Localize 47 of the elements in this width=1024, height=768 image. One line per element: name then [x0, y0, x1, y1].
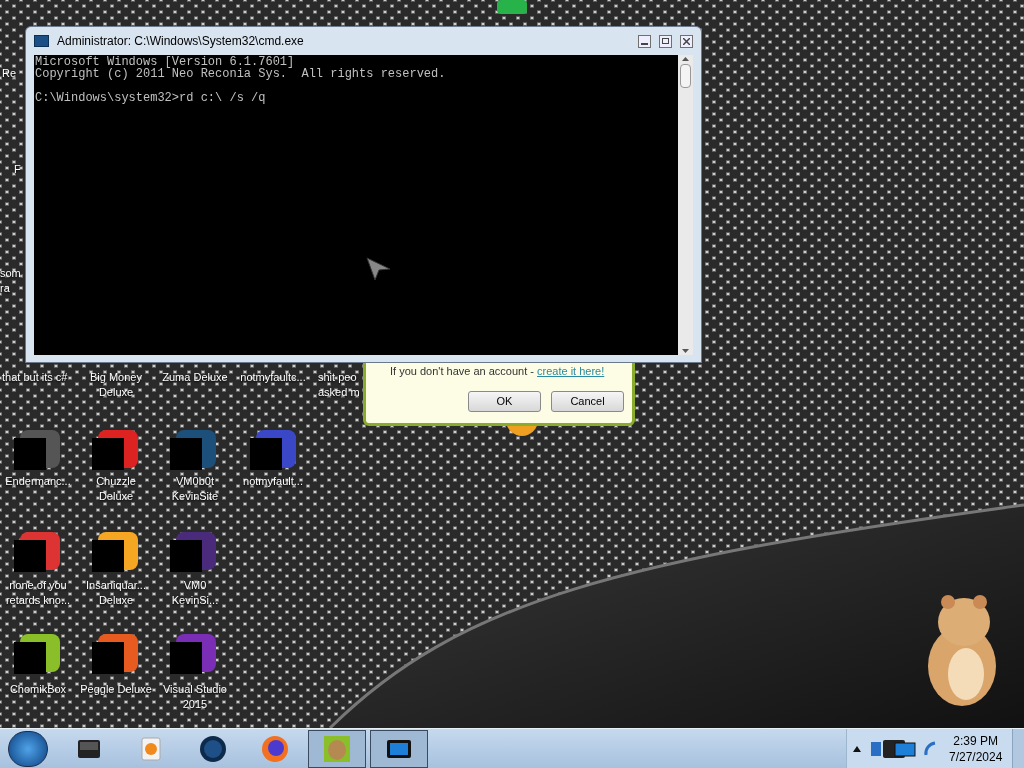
scroll-down-icon[interactable] [682, 349, 689, 353]
icon-label[interactable]: Big Money Deluxe [78, 370, 154, 400]
icon-label[interactable]: F [14, 162, 21, 177]
app-icon[interactable] [14, 632, 62, 676]
start-button[interactable] [8, 730, 48, 767]
scrollbar[interactable] [678, 55, 693, 355]
window-title: Administrator: C:\Windows\System32\cmd.exe [57, 33, 304, 50]
app-icon[interactable] [92, 530, 140, 574]
taskbar-button[interactable] [308, 729, 366, 768]
icon-label[interactable]: ChomikBox [0, 682, 76, 697]
icon-label[interactable]: Chuzzle Deluxe [78, 474, 154, 504]
scroll-thumb[interactable] [680, 64, 691, 88]
browser-icon [260, 733, 290, 764]
app-icon[interactable] [92, 632, 140, 676]
app-icon[interactable] [92, 428, 140, 472]
icon-label[interactable]: Re [2, 66, 17, 81]
dialog-button[interactable]: OK [468, 391, 541, 412]
icon-label[interactable]: VM0b0t KevinSite [157, 474, 233, 504]
globe-icon [198, 733, 228, 764]
create-account-link[interactable]: create it here! [537, 365, 605, 377]
icon-label[interactable]: Endermanc... [0, 474, 76, 489]
console-line: Copyright (c) 2011 Neo Reconia Sys. All rights reserved. [35, 68, 447, 80]
taskbar-button[interactable] [370, 729, 428, 768]
console-icon [34, 35, 49, 47]
icon-label[interactable]: none of you retards kno... [0, 578, 76, 608]
app-icon[interactable] [14, 530, 62, 574]
icon-label[interactable]: Visual Studio 2015 [157, 682, 233, 712]
maximize-button[interactable] [659, 34, 672, 48]
clock-date[interactable]: 7/27/2024 [949, 748, 1003, 765]
icon-label[interactable]: Insaniquar... Deluxe [78, 578, 154, 608]
account-text: If you don't have an account - create it here! [390, 364, 605, 379]
icon-label[interactable]: som ra [0, 266, 21, 296]
cursor-icon [366, 257, 392, 281]
icon-label[interactable]: shit peo asked m [318, 370, 360, 400]
scroll-up-icon[interactable] [682, 57, 689, 61]
icon-label[interactable]: Peggle Deluxe [78, 682, 154, 697]
monitor-icon[interactable] [871, 737, 917, 760]
clock-time[interactable]: 2:39 PM [953, 732, 999, 749]
icon-label[interactable]: notmyfaultc... [235, 370, 311, 385]
console-line: Microsoft Windows [Version 6.1.7601] [35, 56, 296, 68]
chevron-up-icon[interactable] [853, 745, 861, 752]
command-line: C:\Windows\system32>rd c:\ /s /q [35, 92, 267, 104]
icon-label[interactable]: VM0 KevinSi... [157, 578, 233, 608]
icon-label[interactable]: Zuma Deluxe [157, 370, 233, 385]
dialog-button[interactable]: Cancel [551, 391, 624, 412]
minimize-button[interactable] [638, 34, 651, 48]
icon-label[interactable]: notmyfault... [235, 474, 311, 489]
